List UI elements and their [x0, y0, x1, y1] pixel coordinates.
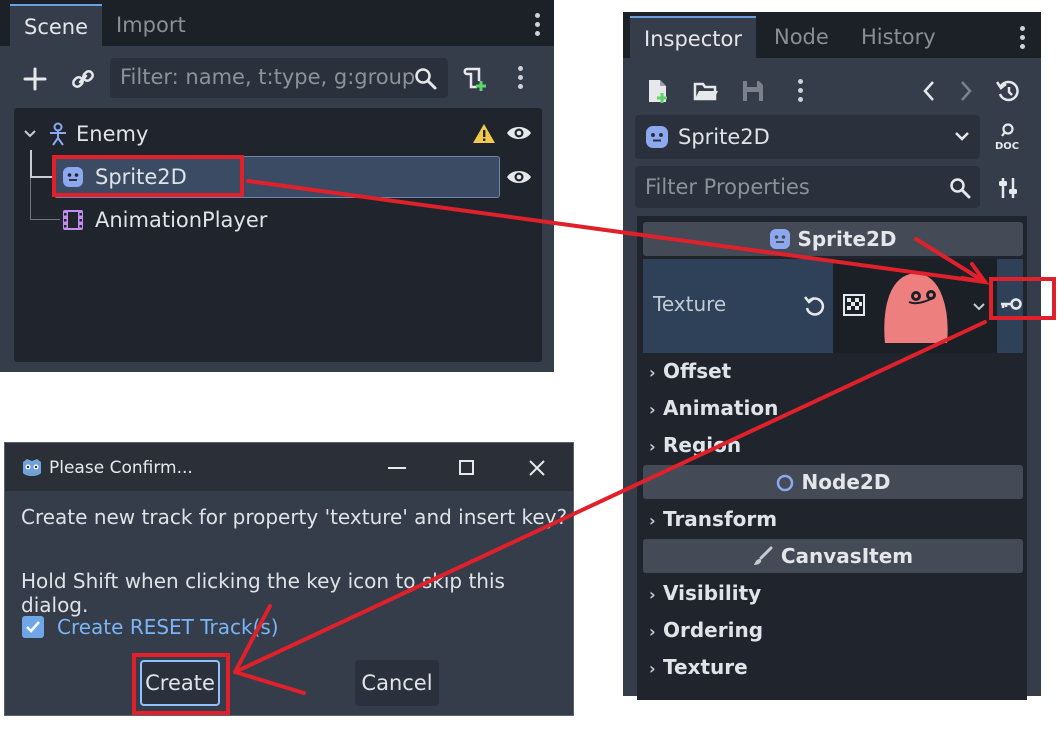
- attach-script-icon[interactable]: [461, 65, 489, 93]
- chevron-right-icon: ›: [649, 363, 656, 382]
- animation-player-icon: [63, 210, 83, 230]
- scene-filter-input[interactable]: Filter: name, t:type, g:group: [110, 58, 448, 98]
- chevron-right-icon: ›: [649, 400, 656, 419]
- dialog-hint: Hold Shift when clicking the key icon to…: [21, 569, 505, 617]
- revert-icon[interactable]: [803, 294, 827, 318]
- section-canvasitem-label: CanvasItem: [780, 544, 914, 568]
- scene-tree: Enemy Sprite2D AnimationPlayer: [14, 108, 542, 362]
- scene-menu-icon[interactable]: [535, 13, 541, 40]
- chevron-right-icon: ›: [649, 659, 656, 678]
- group-region[interactable]: › Region: [649, 433, 741, 457]
- dialog-titlebar: Please Confirm...: [5, 443, 573, 491]
- section-node2d[interactable]: Node2D: [643, 465, 1023, 499]
- sprite2d-icon: [646, 126, 668, 148]
- open-folder-icon[interactable]: [693, 80, 719, 102]
- scene-tabbar: Scene Import: [0, 0, 554, 46]
- dialog-title: Please Confirm...: [49, 458, 193, 478]
- object-selector-label: Sprite2D: [678, 125, 770, 149]
- inspector-body: Sprite2D DOC Filter Properties Sprite2D …: [623, 58, 1041, 700]
- resource-menu-icon[interactable]: [798, 79, 804, 106]
- chevron-right-icon: ›: [649, 622, 656, 641]
- character-body-icon: [50, 122, 66, 146]
- tab-import[interactable]: Import: [102, 4, 200, 46]
- tab-node[interactable]: Node: [760, 16, 843, 58]
- chevron-right-icon: ›: [649, 585, 656, 604]
- node2d-icon: [776, 474, 793, 492]
- inspector-menu-icon[interactable]: [1020, 26, 1026, 53]
- property-texture-label: Texture: [653, 292, 727, 316]
- tree-item-animationplayer[interactable]: AnimationPlayer: [95, 208, 267, 232]
- group-region-label: Region: [663, 433, 742, 457]
- dialog-message: Create new track for property 'texture' …: [21, 505, 568, 529]
- save-icon[interactable]: [741, 79, 765, 103]
- group-animation-label: Animation: [663, 396, 779, 420]
- godot-logo-icon: [23, 459, 41, 476]
- filter-properties-placeholder: Filter Properties: [645, 175, 810, 199]
- scene-filter-placeholder: Filter: name, t:type, g:group: [120, 65, 416, 89]
- checkmark-icon: [26, 621, 40, 633]
- tree-guide-line: [30, 178, 31, 220]
- search-icon: [950, 178, 971, 199]
- chevron-down-icon: [955, 132, 969, 141]
- tree-guide-line: [30, 176, 52, 178]
- group-visibility[interactable]: › Visibility: [649, 581, 761, 605]
- tree-guide-line: [30, 219, 60, 220]
- section-canvasitem[interactable]: CanvasItem: [643, 539, 1023, 573]
- chevron-right-icon: ›: [649, 437, 656, 456]
- tree-item-enemy[interactable]: Enemy: [76, 122, 148, 146]
- slime-texture-thumbnail: [882, 270, 950, 345]
- group-offset-label: Offset: [663, 359, 732, 383]
- chevron-down-icon[interactable]: [22, 126, 38, 142]
- highlight-key-icon: [989, 277, 1056, 320]
- brush-icon: [753, 546, 773, 565]
- group-ordering[interactable]: › Ordering: [649, 618, 763, 642]
- history-back-icon[interactable]: [921, 80, 937, 102]
- visibility-eye-icon[interactable]: [506, 123, 532, 143]
- reset-track-checkbox[interactable]: [22, 616, 44, 638]
- section-sprite2d[interactable]: Sprite2D: [643, 222, 1023, 256]
- chevron-right-icon: ›: [649, 511, 656, 530]
- group-transform-label: Transform: [663, 507, 778, 531]
- group-texture-label: Texture: [663, 655, 748, 679]
- group-visibility-label: Visibility: [663, 581, 762, 605]
- tab-history[interactable]: History: [847, 16, 950, 58]
- highlight-create-button: [132, 653, 230, 715]
- scene-options-icon[interactable]: [518, 66, 524, 93]
- tab-inspector[interactable]: Inspector: [630, 16, 756, 58]
- group-transform[interactable]: › Transform: [649, 507, 777, 531]
- tab-scene[interactable]: Scene: [10, 4, 103, 46]
- svg-text:DOC: DOC: [995, 141, 1019, 152]
- section-sprite2d-label: Sprite2D: [797, 227, 897, 251]
- section-node2d-label: Node2D: [801, 470, 891, 494]
- new-resource-icon[interactable]: [647, 78, 669, 104]
- group-texture[interactable]: › Texture: [649, 655, 748, 679]
- cancel-button[interactable]: Cancel: [355, 660, 439, 706]
- minimize-icon[interactable]: [388, 467, 406, 469]
- filter-properties-input[interactable]: Filter Properties: [635, 166, 980, 208]
- confirm-dialog: Please Confirm... Create new track for p…: [4, 442, 574, 716]
- maximize-icon[interactable]: [459, 460, 474, 475]
- inspector-tabbar: Inspector Node History: [623, 12, 1041, 58]
- group-offset[interactable]: › Offset: [649, 359, 731, 383]
- history-forward-icon[interactable]: [958, 80, 974, 102]
- visibility-eye-icon[interactable]: [506, 167, 532, 187]
- close-icon[interactable]: [528, 459, 546, 477]
- add-node-icon[interactable]: [22, 66, 48, 92]
- reset-track-label[interactable]: Create RESET Track(s): [57, 615, 279, 639]
- tools-icon[interactable]: [997, 175, 1019, 201]
- warning-icon[interactable]: [472, 122, 496, 144]
- tree-guide-line: [30, 150, 32, 178]
- group-animation[interactable]: › Animation: [649, 396, 778, 420]
- group-ordering-label: Ordering: [663, 618, 764, 642]
- open-documentation-icon[interactable]: DOC: [993, 122, 1025, 154]
- recent-history-icon[interactable]: [995, 78, 1021, 104]
- link-icon[interactable]: [70, 66, 96, 92]
- inspector-dock: Inspector Node History Sprite2D DOC Filt…: [623, 12, 1041, 700]
- search-icon: [415, 68, 437, 90]
- chevron-down-icon[interactable]: [972, 301, 986, 313]
- highlight-sprite2d-node: [52, 155, 244, 197]
- transparency-grid-icon: [843, 294, 865, 316]
- sprite2d-icon: [770, 229, 791, 249]
